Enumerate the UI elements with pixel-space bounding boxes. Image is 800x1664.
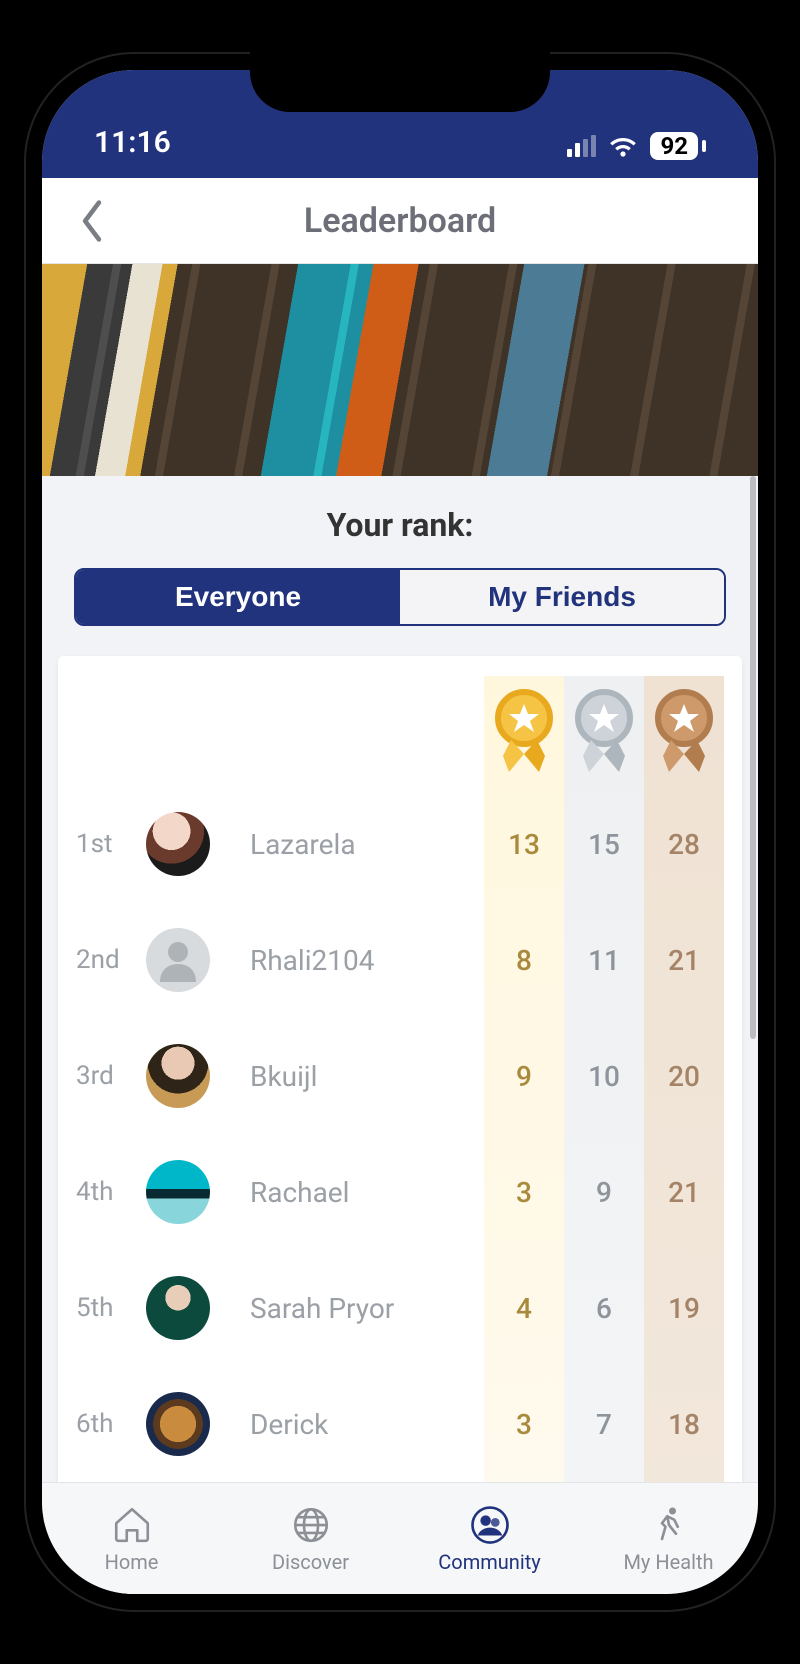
nav-label: Community [438,1550,540,1574]
segmented-control: Everyone My Friends [74,568,726,626]
scrollbar[interactable] [750,476,756,1039]
avatar[interactable] [146,812,210,876]
rank-position: 2nd [76,945,146,975]
silver-score: 11 [564,944,644,977]
back-button[interactable] [62,191,122,251]
home-icon [111,1504,153,1546]
nav-home[interactable]: Home [42,1483,221,1594]
avatar[interactable] [146,1160,210,1224]
wifi-icon [608,135,638,157]
gold-score: 13 [484,828,564,861]
page-title: Leaderboard [42,201,758,241]
rank-position: 1st [76,829,146,859]
player-name: Lazarela [232,828,484,861]
walk-icon [648,1504,690,1546]
leaderboard-card: 1st Lazarela 13 15 28 2nd Rhali2104 8 11… [58,656,742,1482]
avatar[interactable] [146,1392,210,1456]
person-placeholder-icon [154,936,202,984]
cellular-signal-icon [567,135,596,157]
rank-position: 4th [76,1177,146,1207]
leaderboard-row[interactable]: 5th Sarah Pryor 4 6 19 [58,1250,742,1366]
silver-medal-icon [564,688,644,778]
nav-label: My Health [623,1550,713,1574]
battery-indicator: 92 [650,132,706,160]
content-scroll[interactable]: Your rank: Everyone My Friends [42,476,758,1482]
rank-position: 3rd [76,1061,146,1091]
nav-label: Home [105,1550,159,1574]
leaderboard-row[interactable]: 4th Rachael 3 9 21 [58,1134,742,1250]
bronze-medal-icon [644,688,724,778]
globe-icon [290,1504,332,1546]
hero-image [42,264,758,476]
gold-score: 3 [484,1176,564,1209]
leaderboard-row[interactable]: 3rd Bkuijl 9 10 20 [58,1018,742,1134]
leaderboard-row[interactable]: 6th Derick 3 7 18 [58,1366,742,1482]
nav-my-health[interactable]: My Health [579,1483,758,1594]
avatar[interactable] [146,928,210,992]
leaderboard-row[interactable]: 2nd Rhali2104 8 11 21 [58,902,742,1018]
phone-frame: 11:16 92 [24,52,776,1612]
nav-label: Discover [272,1550,349,1574]
player-name: Derick [232,1408,484,1441]
bronze-score: 21 [644,1176,724,1209]
status-time: 11:16 [94,125,171,160]
gold-score: 8 [484,944,564,977]
your-rank-label: Your rank: [46,476,754,568]
screen: 11:16 92 [42,70,758,1594]
avatar[interactable] [146,1276,210,1340]
tab-my-friends[interactable]: My Friends [400,570,724,624]
player-name: Rachael [232,1176,484,1209]
rank-position: 5th [76,1293,146,1323]
silver-score: 15 [564,828,644,861]
nav-community[interactable]: Community [400,1483,579,1594]
player-name: Bkuijl [232,1060,484,1093]
status-right: 92 [567,132,706,160]
avatar[interactable] [146,1044,210,1108]
bronze-score: 21 [644,944,724,977]
community-icon [469,1504,511,1546]
phone-notch [250,52,550,112]
gold-medal-icon [484,688,564,778]
player-name: Rhali2104 [232,944,484,977]
tab-everyone[interactable]: Everyone [76,570,400,624]
app-header: Leaderboard [42,178,758,264]
silver-score: 10 [564,1060,644,1093]
gold-score: 4 [484,1292,564,1325]
bottom-nav: Home Discover Communi [42,1482,758,1594]
battery-level: 92 [650,132,698,160]
bronze-score: 20 [644,1060,724,1093]
nav-discover[interactable]: Discover [221,1483,400,1594]
home-indicator[interactable] [260,1594,540,1604]
leaderboard-row[interactable]: 1st Lazarela 13 15 28 [58,786,742,902]
medal-header [58,676,742,786]
bronze-score: 18 [644,1408,724,1441]
silver-score: 7 [564,1408,644,1441]
silver-score: 6 [564,1292,644,1325]
rank-position: 6th [76,1409,146,1439]
player-name: Sarah Pryor [232,1292,484,1325]
silver-score: 9 [564,1176,644,1209]
chevron-left-icon [78,198,106,244]
gold-score: 3 [484,1408,564,1441]
gold-score: 9 [484,1060,564,1093]
bronze-score: 28 [644,828,724,861]
bronze-score: 19 [644,1292,724,1325]
